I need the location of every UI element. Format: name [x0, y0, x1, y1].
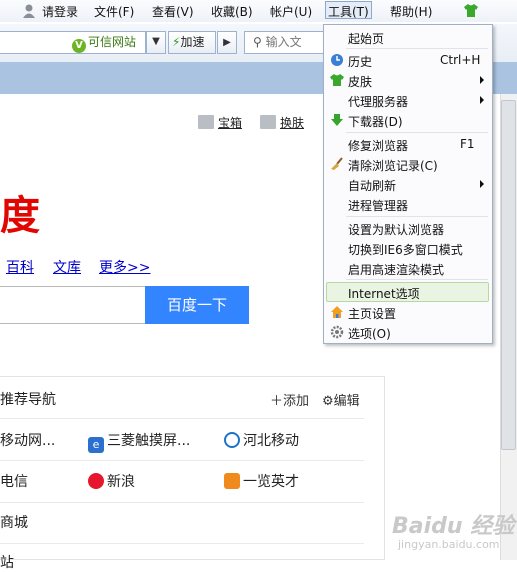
menu-item-repair[interactable]: 修复浏览器	[348, 137, 408, 154]
home-icon	[331, 306, 343, 318]
baidu-jingyan-watermark: Baidu 经验	[392, 514, 515, 539]
yilan-icon	[224, 473, 240, 489]
watermark-url: jingyan.baidu.com	[398, 538, 500, 551]
submenu-arrow-icon	[480, 76, 484, 84]
history-shortcut: Ctrl+H	[440, 53, 481, 67]
chevron-down-icon: ▼	[152, 36, 160, 47]
panel-edit-label: 编辑	[333, 394, 360, 409]
baidu-logo: 度	[0, 192, 40, 239]
search-input[interactable]: ⚲ 输入文	[244, 31, 334, 54]
repair-shortcut: F1	[460, 137, 475, 151]
download-icon	[331, 114, 343, 126]
nav-link-baike[interactable]: 百科	[6, 257, 34, 277]
sina-weibo-icon	[88, 473, 104, 489]
search-icon: ⚲	[253, 35, 266, 49]
menu-file[interactable]: 文件(F)	[94, 3, 134, 20]
ie-icon: e	[88, 437, 104, 453]
site-link[interactable]: 移动网...	[0, 430, 55, 450]
submenu-arrow-icon	[480, 180, 484, 188]
menu-item-proxy[interactable]: 代理服务器	[348, 93, 408, 110]
menu-item-auto-refresh[interactable]: 自动刷新	[348, 177, 396, 194]
treasure-label: 宝箱	[218, 116, 243, 130]
menu-separator	[346, 279, 488, 280]
site-link-label: 一览英才	[243, 474, 299, 490]
menu-separator	[346, 132, 488, 133]
baidu-search-button[interactable]: 百度一下	[145, 286, 249, 324]
menu-item-internet-options[interactable]: Internet选项	[348, 285, 420, 302]
site-link[interactable]: 商城	[0, 512, 28, 532]
site-link-label: 河北移动	[243, 433, 299, 449]
scrollbar-thumb[interactable]	[501, 100, 516, 450]
site-link[interactable]: 电信	[0, 471, 28, 491]
broom-icon	[331, 157, 343, 170]
menu-separator	[346, 216, 488, 217]
skin-icon	[330, 74, 344, 86]
accelerate-button[interactable]: ⚡加速	[168, 31, 216, 54]
play-icon: ▶	[223, 37, 231, 48]
site-link-label: 三菱触摸屏...	[107, 433, 191, 449]
nav-link-wenku[interactable]: 文库	[53, 257, 81, 277]
menu-item-ie6-mode[interactable]: 切换到IE6多窗口模式	[348, 241, 463, 258]
panel-title: 推荐导航	[0, 392, 56, 408]
menu-view[interactable]: 查看(V)	[152, 3, 194, 20]
menu-item-fast-render[interactable]: 启用高速渲染模式	[348, 261, 444, 278]
site-link[interactable]: 站	[0, 552, 14, 572]
menu-item-clear-history[interactable]: 清除浏览记录(C)	[348, 157, 438, 174]
menu-item-homepage-settings[interactable]: 主页设置	[348, 305, 396, 322]
change-skin-link[interactable]: 换肤	[260, 114, 304, 131]
menu-item-start-page[interactable]: 起始页	[348, 30, 384, 47]
panel-add-label: 添加	[283, 394, 310, 409]
menu-item-history[interactable]: 历史	[348, 53, 372, 70]
row-divider	[0, 543, 364, 544]
trusted-label: 可信网站	[88, 35, 137, 49]
trusted-site-badge[interactable]: V 可信网站	[72, 33, 146, 53]
row-divider	[0, 460, 364, 461]
site-link[interactable]: 新浪	[88, 471, 135, 491]
treasure-box-icon	[198, 115, 214, 129]
menu-item-downloader[interactable]: 下载器(D)	[348, 113, 403, 130]
china-mobile-icon	[224, 432, 240, 448]
panel-edit-button[interactable]: ⚙编辑	[322, 390, 360, 409]
panel-add-button[interactable]: ＋添加	[270, 390, 309, 409]
go-button[interactable]: ▶	[217, 31, 237, 54]
gear-icon: ⚙	[322, 394, 334, 409]
submenu-arrow-icon	[480, 96, 484, 104]
change-skin-label: 换肤	[280, 116, 305, 130]
menu-tools[interactable]: 工具(T)	[325, 1, 372, 19]
site-link-label: 新浪	[107, 474, 135, 490]
address-dropdown-button[interactable]: ▼	[146, 31, 166, 54]
search-placeholder: 输入文	[265, 35, 302, 49]
menu-item-process-manager[interactable]: 进程管理器	[348, 197, 408, 214]
row-divider	[0, 418, 364, 419]
menu-favorites[interactable]: 收藏(B)	[211, 3, 253, 20]
menu-account[interactable]: 帐户(U)	[270, 3, 312, 20]
menu-item-options[interactable]: 选项(O)	[348, 325, 391, 342]
menu-help[interactable]: 帮助(H)	[390, 3, 432, 20]
site-link[interactable]: e 三菱触摸屏...	[88, 430, 190, 453]
nav-link-more[interactable]: 更多>>	[99, 257, 150, 277]
treasure-link[interactable]: 宝箱	[198, 114, 242, 131]
login-link[interactable]: 请登录	[42, 3, 78, 20]
skin-shirt-icon[interactable]	[464, 4, 478, 17]
accelerate-label: 加速	[180, 35, 205, 49]
row-divider	[0, 502, 364, 503]
baidu-search-input[interactable]	[0, 286, 146, 324]
menu-separator	[346, 48, 488, 49]
menu-item-set-default[interactable]: 设置为默认浏览器	[348, 221, 444, 238]
gear-icon	[330, 325, 344, 339]
shirt-icon	[260, 115, 276, 129]
trusted-v-icon: V	[72, 39, 86, 53]
plus-icon: ＋	[270, 394, 284, 409]
site-link[interactable]: 河北移动	[224, 430, 299, 450]
user-icon[interactable]	[22, 3, 36, 18]
menu-item-skin[interactable]: 皮肤	[348, 73, 372, 90]
history-icon	[331, 54, 343, 66]
site-link[interactable]: 一览英才	[224, 471, 299, 491]
